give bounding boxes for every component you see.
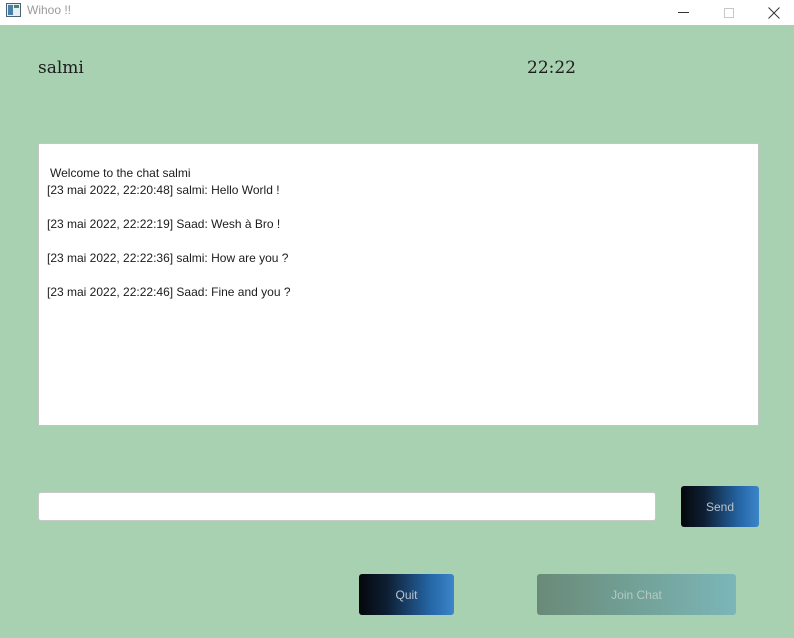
minimize-icon (678, 12, 689, 13)
close-icon (767, 6, 780, 19)
chat-message: [23 mai 2022, 22:20:48] salmi: Hello Wor… (47, 183, 280, 197)
chat-message: [23 mai 2022, 22:22:19] Saad: Wesh à Bro… (47, 217, 281, 231)
join-chat-button[interactable]: Join Chat (537, 574, 736, 615)
close-button[interactable] (751, 0, 794, 25)
send-button[interactable]: Send (681, 486, 759, 527)
welcome-message: Welcome to the chat salmi (50, 166, 191, 180)
quit-button[interactable]: Quit (359, 574, 454, 615)
app-window: Wihoo !! salmi 22:22 Welcome to the chat… (0, 0, 794, 638)
minimize-button[interactable] (661, 0, 706, 25)
clock-label: 22:22 (527, 58, 576, 78)
chat-message: [23 mai 2022, 22:22:36] salmi: How are y… (47, 251, 289, 265)
maximize-icon (723, 7, 734, 18)
maximize-button[interactable] (706, 0, 751, 25)
title-bar: Wihoo !! (0, 0, 794, 25)
window-title: Wihoo !! (27, 3, 72, 17)
username-label: salmi (38, 58, 84, 78)
message-input[interactable] (38, 492, 656, 521)
app-window-icon (6, 3, 21, 17)
chat-history[interactable]: Welcome to the chat salmi [23 mai 2022, … (38, 143, 759, 426)
chat-message: [23 mai 2022, 22:22:46] Saad: Fine and y… (47, 285, 291, 299)
